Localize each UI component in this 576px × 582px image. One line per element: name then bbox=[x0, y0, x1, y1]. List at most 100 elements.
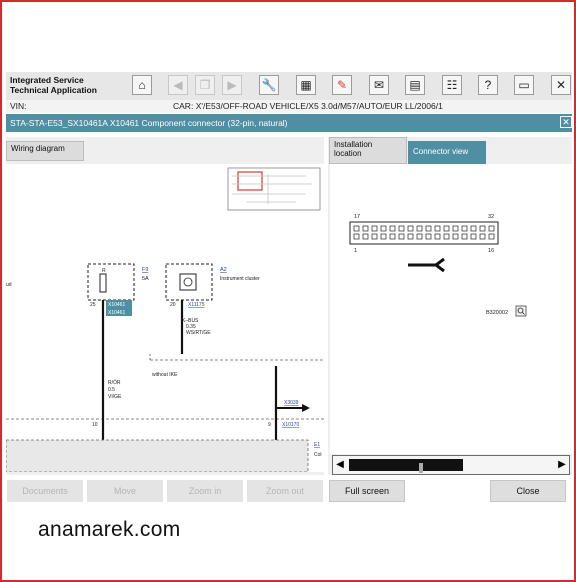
connector-pin[interactable] bbox=[416, 233, 423, 240]
connector-pin[interactable] bbox=[380, 233, 387, 240]
connector-pin[interactable] bbox=[398, 225, 405, 232]
connector-pin[interactable] bbox=[389, 225, 396, 232]
cluster-symbol bbox=[179, 273, 197, 291]
app-title-line1: Integrated Service bbox=[10, 75, 84, 85]
image-id: B320002 bbox=[486, 310, 508, 316]
tab-connector-view[interactable]: Connector view bbox=[408, 141, 486, 164]
home-icon[interactable]: ⌂ bbox=[132, 75, 152, 95]
connector-pin[interactable] bbox=[389, 233, 396, 240]
connector-pin[interactable] bbox=[362, 233, 369, 240]
tab-installation-line2: location bbox=[334, 149, 362, 158]
connector-pin[interactable] bbox=[380, 225, 387, 232]
fuse-box bbox=[87, 263, 135, 301]
connector-x3039[interactable]: X3039 bbox=[284, 400, 299, 406]
overview-map[interactable] bbox=[227, 167, 321, 211]
connector-pin[interactable] bbox=[398, 233, 405, 240]
scroll-right-icon[interactable]: ▶ bbox=[556, 458, 568, 472]
scroll-grip bbox=[419, 463, 423, 473]
back-icon[interactable]: ◀ bbox=[168, 75, 188, 95]
copy-icon[interactable]: ❐ bbox=[195, 75, 215, 95]
pin-9: 9 bbox=[268, 422, 271, 428]
tab-installation-location[interactable]: Installation location bbox=[329, 137, 407, 164]
window-titlebar: STA-STA-E53_SX10461A X10461 Component co… bbox=[6, 114, 572, 132]
tab-connector-view-label: Connector view bbox=[413, 147, 469, 156]
connector-pin[interactable] bbox=[479, 225, 486, 232]
wire-label-line1: R/ÖR bbox=[108, 379, 121, 386]
fuse-r: R bbox=[102, 268, 106, 274]
connector-pin[interactable] bbox=[470, 225, 477, 232]
app-title-line2: Technical Application bbox=[10, 85, 97, 95]
connector-pin[interactable] bbox=[470, 233, 477, 240]
arrow-x3039-icon bbox=[302, 404, 310, 412]
connector-pin[interactable] bbox=[461, 225, 468, 232]
connector-pin[interactable] bbox=[488, 225, 495, 232]
wiring-diagram-canvas[interactable]: F9 5A R A2 Instrument cluster 25 X10461 … bbox=[6, 164, 324, 472]
wiring-diagram-svg: F9 5A R A2 Instrument cluster 25 X10461 … bbox=[6, 167, 324, 472]
fuse-label[interactable]: F9 bbox=[142, 267, 148, 273]
tab-installation-line1: Installation bbox=[334, 140, 373, 149]
connector-pin[interactable] bbox=[434, 233, 441, 240]
save-icon[interactable]: ▤ bbox=[405, 75, 425, 95]
dropdown-icon[interactable]: ▭ bbox=[514, 75, 534, 95]
close-button[interactable]: Close bbox=[490, 480, 566, 502]
pin-32: 32 bbox=[488, 214, 494, 220]
connector-pin[interactable] bbox=[452, 233, 459, 240]
connector-pin[interactable] bbox=[425, 225, 432, 232]
scroll-left-icon[interactable]: ◀ bbox=[334, 458, 346, 472]
connector-pin[interactable] bbox=[443, 225, 450, 232]
connector-x10170[interactable]: X10170 bbox=[282, 422, 299, 428]
connector-pin[interactable] bbox=[434, 225, 441, 232]
wire-label-line3: VI/GE bbox=[108, 394, 122, 400]
connector-pin[interactable] bbox=[488, 233, 495, 240]
documents-button[interactable]: Documents bbox=[7, 480, 83, 502]
diagnosis-icon[interactable]: ✎ bbox=[332, 75, 352, 95]
connector-pin[interactable] bbox=[353, 225, 360, 232]
connector-pin[interactable] bbox=[353, 233, 360, 240]
vin-label: VIN: bbox=[10, 101, 27, 111]
label-e[interactable]: E1 bbox=[314, 442, 320, 448]
connector-pin[interactable] bbox=[407, 225, 414, 232]
connector-pin[interactable] bbox=[371, 225, 378, 232]
pin-25: 25 bbox=[90, 302, 96, 308]
zoom-in-button[interactable]: Zoom in bbox=[167, 480, 243, 502]
window-close-icon[interactable]: ✕ bbox=[560, 116, 572, 128]
cluster-label[interactable]: A2 bbox=[220, 267, 227, 273]
wire-label-line2: 0.5 bbox=[108, 387, 115, 393]
left-cut-label: ud bbox=[6, 282, 12, 288]
forward-icon[interactable]: ▶ bbox=[222, 75, 242, 95]
document-icon[interactable]: ☷ bbox=[442, 75, 462, 95]
zoom-out-button[interactable]: Zoom out bbox=[247, 480, 323, 502]
full-screen-button[interactable]: Full screen bbox=[329, 480, 405, 502]
connector-pin[interactable] bbox=[362, 225, 369, 232]
connector-pin[interactable] bbox=[461, 233, 468, 240]
connector-view-svg: 17 32 1 16 B320002 bbox=[349, 214, 527, 317]
connector-scrollbar[interactable]: ◀ ▶ bbox=[332, 455, 570, 475]
fuse-rating: 5A bbox=[142, 276, 149, 282]
connector-pin[interactable] bbox=[407, 233, 414, 240]
vehicle-bar: VIN: CAR: X'/E53/OFF-ROAD VEHICLE/X5 3.0… bbox=[6, 100, 572, 113]
connector-pin[interactable] bbox=[416, 225, 423, 232]
connector-pin[interactable] bbox=[371, 233, 378, 240]
connector-cluster[interactable]: X11175 bbox=[188, 302, 205, 308]
move-button[interactable]: Move bbox=[87, 480, 163, 502]
connector-pin[interactable] bbox=[443, 233, 450, 240]
without-ike: without IKE bbox=[152, 372, 178, 378]
connector-symbol-icon bbox=[408, 257, 445, 273]
scan-icon[interactable]: ▦ bbox=[296, 75, 316, 95]
tab-wiring-diagram[interactable]: Wiring diagram bbox=[6, 141, 84, 161]
pin-10: 10 bbox=[92, 422, 98, 428]
connector-view-canvas[interactable]: 17 32 1 16 B320002 bbox=[330, 164, 572, 454]
tab-wiring-diagram-label: Wiring diagram bbox=[11, 144, 65, 153]
close-icon[interactable]: ✕ bbox=[551, 75, 571, 95]
help-icon[interactable]: ? bbox=[478, 75, 498, 95]
connector-pin[interactable] bbox=[479, 233, 486, 240]
pin-17: 17 bbox=[354, 214, 360, 220]
wrench-icon[interactable]: 🔧 bbox=[259, 75, 279, 95]
scroll-thumb[interactable] bbox=[349, 459, 463, 473]
mail-icon[interactable]: ✉ bbox=[369, 75, 389, 95]
kbus-line3: WS/RT/GE bbox=[186, 330, 211, 336]
connector-pin[interactable] bbox=[425, 233, 432, 240]
connector-tag-1-text: X10461 bbox=[108, 302, 125, 308]
connector-pin[interactable] bbox=[452, 225, 459, 232]
fuse-symbol bbox=[99, 273, 107, 293]
